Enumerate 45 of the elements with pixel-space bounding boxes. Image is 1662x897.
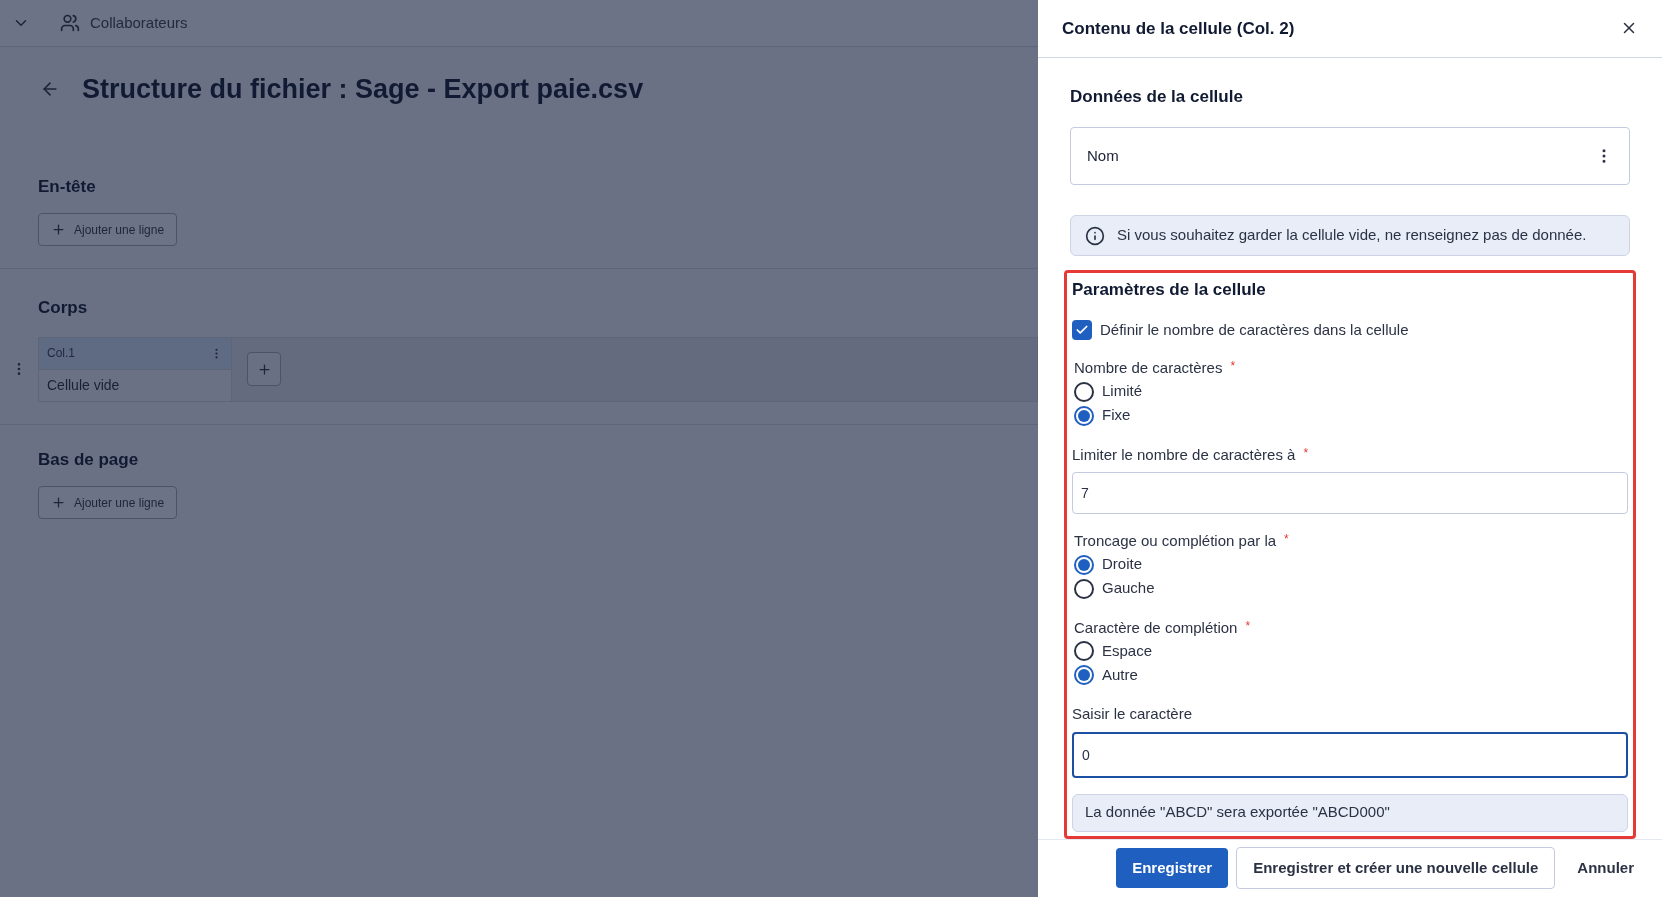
action-button[interactable]: Enregistrer et créer une nouvelle cellule (1236, 847, 1556, 890)
preview-banner: La donnée "ABCD" sera exportée "ABCD000" (1072, 793, 1628, 832)
section-title: En-tête (38, 175, 97, 198)
plus-icon (51, 222, 66, 237)
section-title: Données de la cellule (1070, 85, 1244, 108)
panel-title: Contenu de la cellule (Col. 2) (1062, 17, 1295, 40)
column-header: Col.1 (39, 337, 231, 370)
field-label: Caractère de complétion (1074, 617, 1238, 638)
radio-button[interactable] (1074, 665, 1094, 686)
info-banner: Si vous souhaitez garder la cellule vide, ne renseignez pas de donnée. (1070, 215, 1630, 257)
input-field[interactable]: 0 (1072, 731, 1628, 778)
option-label[interactable]: Autre (1102, 663, 1138, 687)
field-label: Nombre de caractères (1074, 358, 1223, 379)
plus-icon (256, 361, 272, 377)
radio-button[interactable] (1074, 381, 1094, 402)
option-label[interactable]: Limité (1102, 380, 1142, 403)
field-label: Saisir le caractère (1072, 704, 1193, 725)
option-label[interactable]: Gauche (1102, 577, 1155, 600)
table-cell: Cellule vide (39, 369, 231, 401)
checkbox-label[interactable]: Définir le nombre de caractères dans la cellule (1100, 318, 1409, 342)
input-field[interactable]: 7 (1072, 472, 1628, 515)
required-mark: * (1284, 531, 1289, 549)
action-button[interactable]: Annuler (1563, 848, 1648, 889)
info-icon (1085, 225, 1105, 246)
section-title: Corps (37, 297, 89, 319)
radio-button[interactable] (1074, 641, 1094, 662)
checkbox[interactable] (1072, 319, 1092, 340)
radio-button[interactable] (1074, 405, 1094, 426)
users-icon (60, 13, 80, 33)
option-label[interactable]: Droite (1102, 553, 1142, 576)
section-title: Bas de page (38, 448, 140, 471)
plus-icon (51, 495, 66, 510)
section-title: Paramètres de la cellule (1072, 279, 1267, 302)
field-label: Limiter le nombre de caractères à (1072, 444, 1296, 465)
radio-button[interactable] (1074, 554, 1094, 575)
field-label: Troncage ou complétion par la (1074, 531, 1277, 552)
required-mark: * (1303, 444, 1309, 462)
data-field[interactable]: Nom (1070, 127, 1630, 186)
option-label[interactable]: Espace (1102, 639, 1153, 663)
page-title: Structure du fichier : Sage - Export paie.csv (82, 73, 644, 106)
required-mark: * (1230, 358, 1236, 376)
radio-button[interactable] (1074, 578, 1094, 599)
action-button[interactable]: Enregistrer (1116, 848, 1229, 889)
required-mark: * (1245, 617, 1251, 635)
option-label[interactable]: Fixe (1102, 404, 1131, 427)
